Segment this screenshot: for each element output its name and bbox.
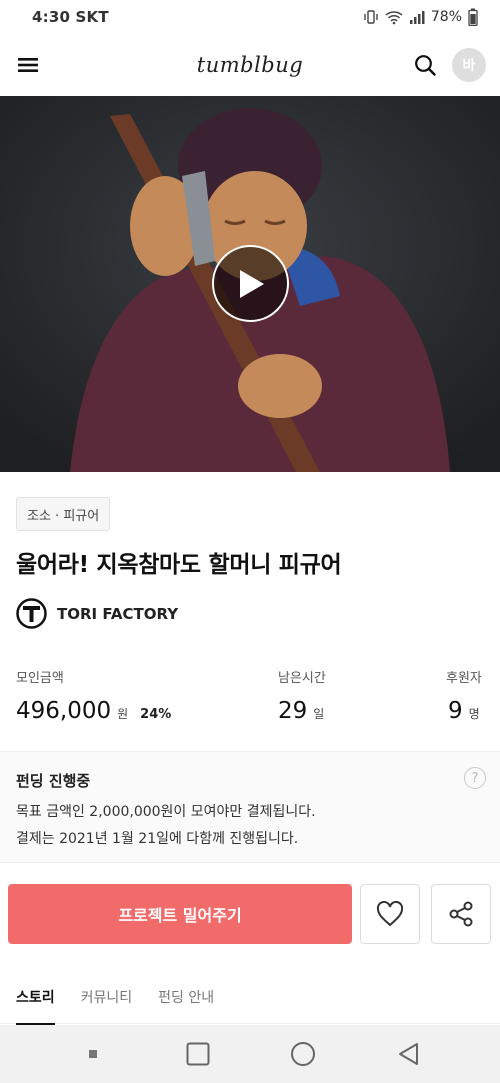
raised-value: 496,000 <box>16 698 112 724</box>
funding-goal-text: 목표 금액인 2,000,000원이 모여야만 결제됩니다. <box>16 804 316 820</box>
funding-info-box: 펀딩 진행중 ? 목표 금액인 2,000,000원이 모여야만 결제됩니다. … <box>0 751 500 863</box>
question-icon[interactable]: ? <box>464 767 486 789</box>
heart-icon <box>376 901 404 927</box>
home-icon <box>290 1042 315 1066</box>
status-icons: 78% <box>363 8 478 26</box>
share-button[interactable] <box>431 884 491 944</box>
menu-button[interactable] <box>16 53 40 77</box>
creator-name: TORI FACTORY <box>57 604 179 623</box>
time-left: 29 일 <box>278 698 324 724</box>
nav-back-button[interactable] <box>393 1039 423 1069</box>
funding-payment-date-text: 결제는 2021년 1월 21일에 다함께 진행됩니다. <box>16 831 299 847</box>
play-button[interactable] <box>212 245 289 322</box>
system-nav-bar <box>0 1025 500 1083</box>
raised-label: 모인금액 <box>16 671 64 686</box>
tab-funding-guide[interactable]: 펀딩 안내 <box>158 970 214 1024</box>
backers-value: 9 <box>448 698 463 724</box>
nav-recents-button[interactable] <box>183 1039 213 1069</box>
menu-icon <box>18 58 38 72</box>
project-video[interactable] <box>0 96 500 472</box>
like-button[interactable] <box>360 884 420 944</box>
dot-icon <box>88 1050 97 1058</box>
nav-menu-button[interactable] <box>78 1039 108 1069</box>
search-icon <box>415 55 436 76</box>
nav-home-button[interactable] <box>288 1039 318 1069</box>
signal-icon <box>409 11 425 24</box>
vibrate-icon <box>364 10 378 24</box>
time-left-unit: 일 <box>313 707 325 721</box>
raised-amount: 496,000 원 24% <box>16 698 171 724</box>
battery-icon <box>468 8 478 26</box>
back-icon <box>398 1043 418 1065</box>
status-time-carrier: 4:30 SKT <box>32 8 109 26</box>
wifi-icon <box>385 11 403 25</box>
time-left-value: 29 <box>278 698 308 724</box>
avatar[interactable]: 바 <box>452 48 486 82</box>
time-left-label: 남은시간 <box>278 671 326 686</box>
raised-percent: 24% <box>140 707 172 722</box>
tab-community[interactable]: 커뮤니티 <box>81 970 133 1024</box>
search-button[interactable] <box>412 52 438 78</box>
app-header: tumblbug 바 <box>0 34 500 96</box>
status-bar: 4:30 SKT 78% <box>0 0 500 34</box>
category-badge[interactable]: 조소 · 피규어 <box>16 497 111 531</box>
backers-unit: 명 <box>468 707 480 721</box>
share-icon <box>449 901 473 927</box>
project-title: 울어라! 지옥참마도 할머니 피규어 <box>16 552 342 578</box>
battery-percent: 78% <box>430 9 462 25</box>
tab-story[interactable]: 스토리 <box>16 970 55 1025</box>
play-icon <box>239 269 264 298</box>
creator-info[interactable]: TORI FACTORY <box>16 598 178 629</box>
content-tabs: 스토리 커뮤니티 펀딩 안내 <box>0 970 500 1025</box>
back-project-button[interactable]: 프로젝트 밀어주기 <box>8 884 352 944</box>
backers: 9 명 <box>448 698 480 724</box>
recents-icon <box>186 1042 209 1066</box>
funding-status: 펀딩 진행중 <box>16 772 91 790</box>
creator-logo <box>16 598 47 629</box>
backers-label: 후원자 <box>446 671 482 686</box>
raised-unit: 원 <box>117 707 129 721</box>
